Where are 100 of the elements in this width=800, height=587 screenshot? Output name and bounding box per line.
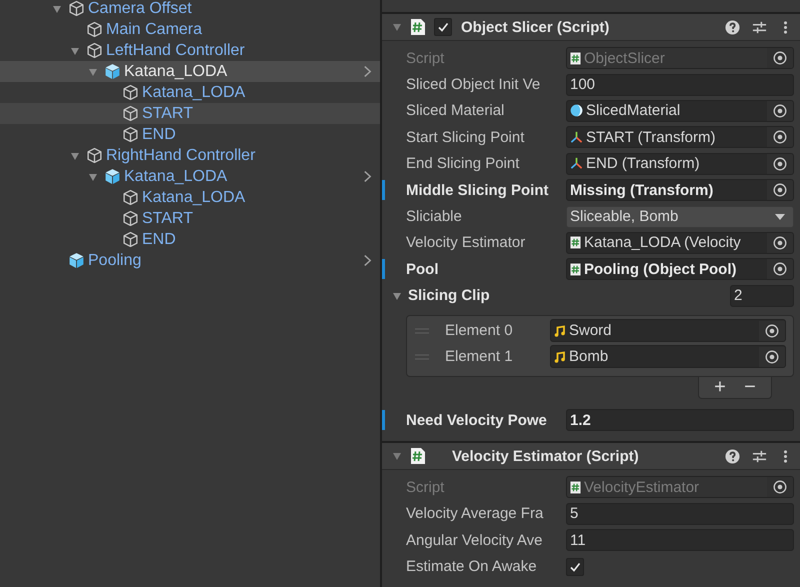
object-field[interactable]: SlicedMaterial (566, 100, 794, 122)
hierarchy-row[interactable]: LeftHand Controller (0, 40, 380, 61)
chevron-right-icon[interactable] (363, 65, 372, 78)
axes-icon (570, 157, 583, 170)
field-label: Angular Velocity Ave (405, 532, 544, 549)
cube-outline-icon (122, 210, 139, 227)
object-field[interactable]: Missing (Transform) (566, 179, 794, 202)
target-icon (765, 350, 779, 364)
remove-element-button[interactable]: − (735, 376, 765, 398)
array-size-field[interactable]: 2 (730, 284, 794, 307)
solid-cube-icon (104, 168, 121, 185)
chevron-right-icon[interactable] (363, 254, 372, 267)
music-note-icon (554, 350, 566, 363)
hierarchy-row[interactable]: Katana_LODA (0, 166, 380, 187)
target-icon (765, 324, 779, 338)
script-icon (570, 52, 581, 65)
component-title: Velocity Estimator (Script) (452, 448, 640, 465)
field-label: End Slicing Point (405, 155, 520, 172)
field-label: Velocity Average Fra (405, 505, 544, 522)
object-name: Main Camera (106, 20, 202, 38)
hierarchy-row[interactable]: Katana_LODA (0, 61, 380, 82)
target-icon (773, 156, 787, 171)
expand-triangle-icon[interactable] (70, 150, 80, 160)
component-title: Object Slicer (Script) (461, 18, 610, 36)
add-element-button[interactable]: + (705, 376, 735, 398)
object-name: Katana_LODA (124, 168, 228, 186)
object-picker-button[interactable] (767, 232, 793, 253)
checkbox[interactable] (566, 558, 584, 576)
hierarchy-row[interactable]: END (0, 229, 380, 250)
object-name: Camera Offset (88, 0, 192, 18)
number-field[interactable]: 100 (566, 74, 794, 96)
script-icon (570, 480, 581, 494)
object-field[interactable]: END (Transform) (566, 152, 794, 175)
caret-icon (775, 214, 785, 220)
component-header[interactable]: Object Slicer (Script) (382, 14, 800, 41)
number-field[interactable]: 1.2 (566, 409, 794, 432)
hierarchy-row[interactable]: Main Camera (0, 19, 380, 40)
object-picker-button[interactable] (767, 127, 793, 148)
object-field[interactable]: Sword (550, 319, 786, 342)
hierarchy-row[interactable]: Katana_LODA (0, 187, 380, 208)
component-header[interactable]: Velocity Estimator (Script) (382, 443, 800, 470)
object-picker-button[interactable] (759, 320, 785, 341)
field-label: Sliced Object Init Ve (405, 76, 542, 94)
check-icon (569, 560, 581, 573)
script-icon (410, 447, 426, 466)
object-name: LeftHand Controller (106, 42, 245, 60)
object-picker-button[interactable] (767, 180, 793, 200)
object-field[interactable]: START (Transform) (566, 126, 794, 148)
drag-handle-icon[interactable] (415, 328, 429, 334)
cube-outline-icon (86, 42, 103, 59)
target-icon (773, 183, 787, 198)
more-menu-icon[interactable] (783, 20, 788, 34)
field-label: Script (405, 478, 446, 496)
number-field[interactable]: 11 (566, 529, 794, 552)
object-field[interactable]: Bomb (550, 345, 786, 368)
hierarchy-row[interactable]: START (0, 208, 380, 229)
hierarchy-row[interactable]: Katana_LODA (0, 82, 380, 103)
script-icon (570, 236, 581, 250)
object-picker-button[interactable] (767, 154, 793, 174)
cube-outline-icon (122, 189, 139, 206)
cube-outline-icon (122, 105, 139, 122)
expand-triangle-icon[interactable] (52, 4, 62, 14)
object-name: START (142, 104, 193, 122)
expand-triangle-icon[interactable] (88, 66, 98, 76)
field-label: Slicing Clip (408, 287, 491, 304)
object-name: END (142, 230, 176, 248)
foldout-triangle-icon[interactable] (392, 290, 402, 301)
expand-triangle-icon[interactable] (88, 172, 98, 182)
axes-icon (570, 130, 583, 144)
object-field[interactable]: Pooling (Object Pool) (566, 258, 794, 280)
help-icon[interactable] (725, 448, 740, 464)
enabled-checkbox[interactable] (434, 18, 452, 36)
object-field[interactable]: Katana_LODA (Velocity (566, 232, 794, 254)
object-picker-button[interactable] (767, 100, 793, 121)
hierarchy-row[interactable]: START (0, 103, 380, 124)
object-picker-button[interactable] (767, 259, 793, 280)
target-icon (773, 130, 787, 144)
dropdown[interactable]: Sliceable, Bomb (566, 206, 794, 228)
foldout-triangle-icon[interactable] (392, 451, 402, 462)
field-label: Start Slicing Point (405, 128, 526, 146)
drag-handle-icon[interactable] (415, 354, 429, 360)
sliders-icon[interactable] (752, 448, 767, 464)
hierarchy-row[interactable]: RightHand Controller (0, 145, 380, 166)
hierarchy-row[interactable]: Camera Offset (0, 0, 380, 19)
object-name: END (142, 126, 176, 144)
help-icon[interactable] (725, 20, 740, 34)
hierarchy-row[interactable]: END (0, 124, 380, 145)
foldout-triangle-icon[interactable] (392, 22, 402, 32)
sliders-icon[interactable] (752, 20, 767, 34)
field-label: Estimate On Awake (405, 558, 538, 576)
object-picker-button[interactable] (759, 346, 785, 367)
field-label: Sliced Material (405, 102, 506, 120)
solid-cube-icon (68, 252, 85, 269)
target-icon (773, 51, 787, 66)
chevron-right-icon[interactable] (363, 170, 372, 183)
expand-triangle-icon[interactable] (70, 46, 80, 56)
hierarchy-row[interactable]: Pooling (0, 250, 380, 271)
object-name: Katana_LODA (124, 62, 228, 80)
more-menu-icon[interactable] (783, 448, 788, 464)
number-field[interactable]: 5 (566, 502, 794, 525)
